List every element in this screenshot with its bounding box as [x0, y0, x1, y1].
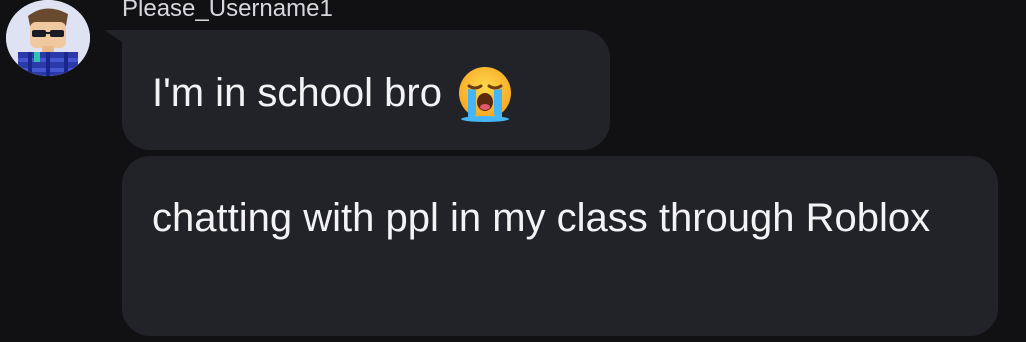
message-bubble[interactable]: I'm in school bro — [122, 30, 610, 150]
message-bubble[interactable]: chatting with ppl in my class through Ro… — [122, 156, 998, 336]
message-text-row: I'm in school bro — [152, 64, 514, 122]
message-text: I'm in school bro — [152, 71, 442, 115]
message-text: chatting with ppl in my class through Ro… — [152, 196, 931, 240]
loudly-crying-face-icon — [456, 64, 514, 122]
roblox-avatar-icon — [6, 0, 90, 76]
chat-message-group: Please_Username1 I'm in school bro chatt… — [0, 0, 1026, 342]
avatar[interactable] — [6, 0, 90, 76]
username[interactable]: Please_Username1 — [122, 0, 333, 24]
